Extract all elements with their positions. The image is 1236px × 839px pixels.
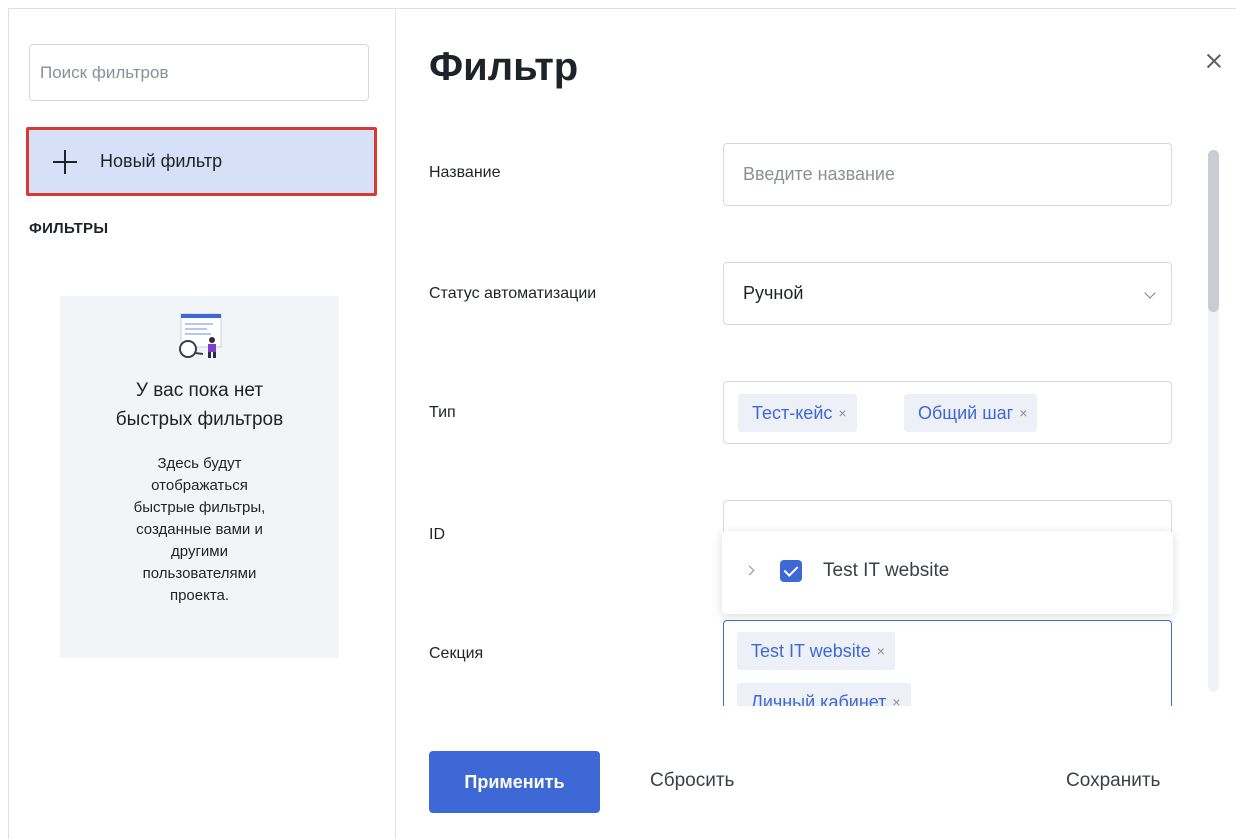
empty-filters-card: У вас пока нет быстрых фильтров Здесь бу…	[60, 296, 339, 658]
empty-title-line: быстрых фильтров	[115, 409, 284, 430]
type-chip-label: Общий шаг	[918, 402, 1014, 423]
filter-search-input[interactable]	[29, 44, 369, 101]
dropdown-item-label[interactable]: Test IT website	[823, 560, 949, 582]
empty-title-line: У вас пока нет	[135, 380, 264, 401]
section-chip-label: Test IT website	[751, 640, 871, 661]
type-field[interactable]: Тест-кейс × Общий шаг ×	[723, 381, 1172, 444]
section-dropdown: Test IT website	[722, 531, 1173, 614]
automation-status-value: Ручной	[743, 283, 804, 303]
checkbox-checked-icon[interactable]	[780, 560, 802, 582]
automation-status-select[interactable]: Ручной	[723, 262, 1172, 325]
remove-chip-icon[interactable]: ×	[1019, 405, 1027, 421]
page-title: Фильтр	[429, 45, 579, 89]
close-icon[interactable]	[1205, 52, 1223, 70]
empty-text-line: пользователями	[142, 565, 257, 582]
plus-icon	[53, 149, 77, 174]
section-chip-label: Личный кабинет	[751, 691, 887, 707]
empty-filters-title: У вас пока нет быстрых фильтров	[60, 376, 339, 434]
remove-chip-icon[interactable]: ×	[838, 405, 846, 421]
remove-chip-icon[interactable]: ×	[892, 694, 900, 706]
form-scrollbar[interactable]	[1208, 150, 1219, 692]
section-chip: Test IT website ×	[737, 632, 895, 670]
filter-window: Новый фильтр ФИЛЬТРЫ У вас пока нет быст…	[8, 8, 1236, 839]
new-filter-label: Новый фильтр	[100, 151, 223, 171]
chevron-down-icon	[1144, 287, 1156, 299]
type-chip-label: Тест-кейс	[752, 402, 833, 423]
empty-text-line: Здесь будут	[157, 455, 242, 472]
reset-button[interactable]: Сбросить	[650, 770, 734, 792]
filters-section-title: ФИЛЬТРЫ	[29, 220, 109, 237]
filters-sidebar: Новый фильтр ФИЛЬТРЫ У вас пока нет быст…	[9, 9, 396, 839]
name-label: Название	[429, 164, 501, 181]
new-filter-button[interactable]: Новый фильтр	[26, 127, 377, 196]
id-label: ID	[429, 526, 445, 543]
chevron-right-icon[interactable]	[744, 565, 755, 576]
remove-chip-icon[interactable]: ×	[877, 643, 885, 659]
empty-text-line: проекта.	[169, 587, 230, 604]
empty-text-line: созданные вами и	[136, 521, 263, 538]
apply-button[interactable]: Применить	[429, 751, 600, 813]
scrollbar-thumb[interactable]	[1208, 150, 1219, 312]
empty-text-line: быстрые фильтры,	[133, 499, 266, 516]
section-label: Секция	[429, 645, 484, 662]
automation-status-label: Статус автоматизации	[429, 285, 597, 302]
empty-filters-description: Здесь будут отображаться быстрые фильтры…	[95, 453, 304, 607]
empty-text-line: другими	[171, 543, 228, 560]
type-label: Тип	[429, 404, 456, 421]
type-chip: Тест-кейс ×	[738, 394, 857, 432]
name-field	[723, 143, 1172, 206]
empty-text-line: отображаться	[151, 477, 248, 494]
section-chip: Личный кабинет ×	[737, 683, 911, 706]
type-chip: Общий шаг ×	[904, 394, 1038, 432]
section-field[interactable]: Test IT website × Личный кабинет ×	[723, 620, 1172, 706]
name-input[interactable]	[724, 144, 1171, 205]
save-button[interactable]: Сохранить	[1066, 770, 1160, 792]
empty-filters-illustration	[179, 313, 222, 358]
